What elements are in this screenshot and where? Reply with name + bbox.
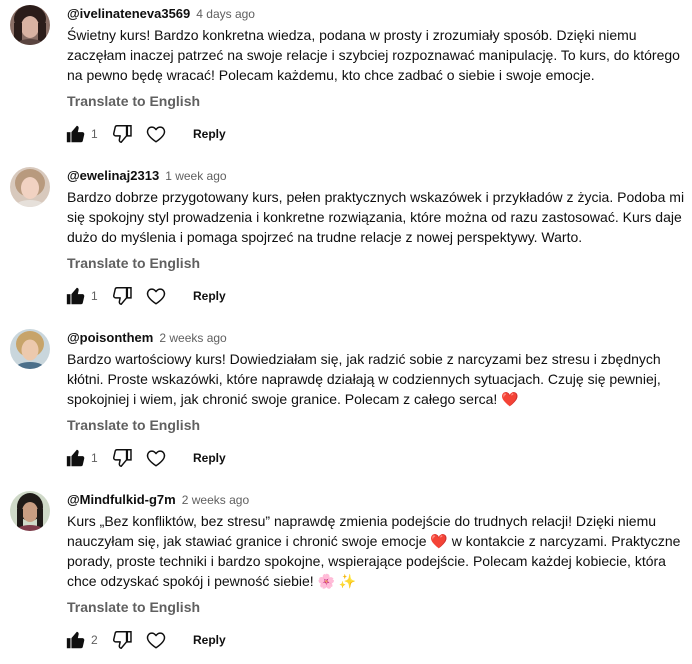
heart-icon	[146, 632, 166, 649]
translate-button[interactable]: Translate to English	[67, 91, 200, 111]
like-button[interactable]	[65, 285, 87, 307]
thumbs-down-icon	[112, 449, 132, 467]
heart-button[interactable]	[145, 285, 167, 307]
thumbs-up-icon	[66, 449, 85, 467]
like-button[interactable]	[65, 447, 87, 469]
comment-actions: 2 Reply	[60, 629, 280, 653]
heart-button[interactable]	[145, 447, 167, 469]
thumbs-down-icon	[112, 125, 132, 143]
comments-list: @ivelinateneva3569 4 days ago Świetny kur…	[0, 0, 692, 664]
avatar[interactable]	[10, 5, 50, 45]
comment-header: @poisonthem 2 weeks ago	[67, 329, 227, 347]
thumbs-down-icon	[112, 287, 132, 305]
like-button[interactable]	[65, 629, 87, 651]
translate-button[interactable]: Translate to English	[67, 415, 200, 435]
comment-actions: 1 Reply	[60, 447, 280, 471]
like-button[interactable]	[65, 123, 87, 145]
thumbs-down-icon	[112, 631, 132, 649]
comment-header: @ewelinaj2313 1 week ago	[67, 167, 227, 185]
heart-icon	[146, 126, 166, 143]
comment-header: @Mindfulkid-g7m 2 weeks ago	[67, 491, 249, 509]
like-count: 1	[91, 451, 98, 465]
comment-text: Bardzo dobrze przygotowany kurs, pełen p…	[67, 189, 685, 245]
comment-time[interactable]: 2 weeks ago	[159, 331, 226, 345]
reply-button[interactable]: Reply	[193, 631, 226, 649]
translate-button[interactable]: Translate to English	[67, 253, 200, 273]
heart-button[interactable]	[145, 123, 167, 145]
comment-text: Świetny kurs! Bardzo konkretna wiedza, p…	[67, 27, 680, 83]
reply-button[interactable]: Reply	[193, 449, 226, 467]
reply-button[interactable]: Reply	[193, 287, 226, 305]
dislike-button[interactable]	[111, 123, 133, 145]
comment-time[interactable]: 4 days ago	[196, 7, 255, 21]
avatar[interactable]	[10, 329, 50, 369]
comment-time[interactable]: 1 week ago	[165, 169, 226, 183]
heart-button[interactable]	[145, 629, 167, 651]
comment-text: Bardzo wartościowy kurs! Dowiedziałam si…	[67, 351, 661, 407]
dislike-button[interactable]	[111, 629, 133, 651]
comment-time[interactable]: 2 weeks ago	[182, 493, 249, 507]
translate-button[interactable]: Translate to English	[67, 597, 200, 617]
author-name[interactable]: @poisonthem	[67, 330, 153, 345]
reply-button[interactable]: Reply	[193, 125, 226, 143]
author-name[interactable]: @Mindfulkid-g7m	[67, 492, 176, 507]
like-count: 1	[91, 289, 98, 303]
dislike-button[interactable]	[111, 447, 133, 469]
dislike-button[interactable]	[111, 285, 133, 307]
author-name[interactable]: @ewelinaj2313	[67, 168, 159, 183]
comment-actions: 1 Reply	[60, 123, 280, 147]
comment-text: Kurs „Bez konfliktów, bez stresu” napraw…	[67, 513, 681, 589]
thumbs-up-icon	[66, 125, 85, 143]
comment-actions: 1 Reply	[60, 285, 280, 309]
author-name[interactable]: @ivelinateneva3569	[67, 6, 190, 21]
thumbs-up-icon	[66, 631, 85, 649]
heart-icon	[146, 450, 166, 467]
avatar[interactable]	[10, 491, 50, 531]
like-count: 2	[91, 633, 98, 647]
thumbs-up-icon	[66, 287, 85, 305]
comment-header: @ivelinateneva3569 4 days ago	[67, 5, 255, 23]
avatar[interactable]	[10, 167, 50, 207]
heart-icon	[146, 288, 166, 305]
like-count: 1	[91, 127, 98, 141]
